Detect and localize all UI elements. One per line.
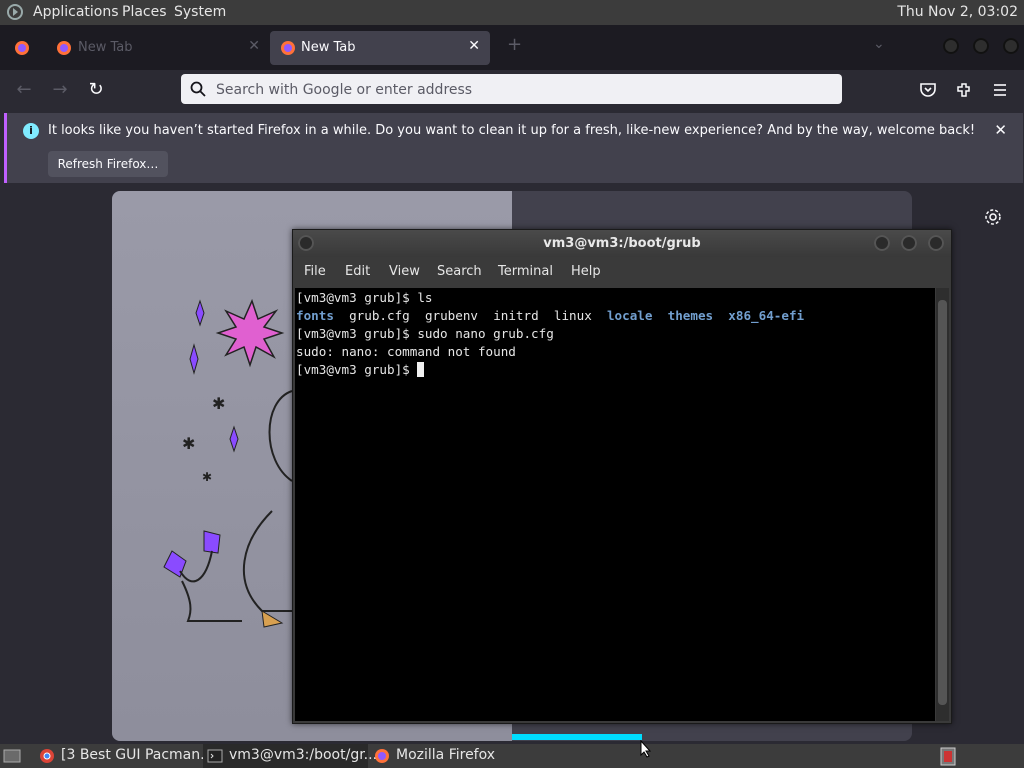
search-icon: [190, 81, 206, 97]
taskbar-item-firefox[interactable]: Mozilla Firefox: [370, 744, 520, 768]
terminal-menubar: File Edit View Search Terminal Help: [293, 257, 951, 286]
extensions-puzzle-icon[interactable]: [955, 81, 973, 99]
new-tab-plus-icon[interactable]: +: [507, 34, 522, 55]
bottom-taskbar: [3 Best GUI Pacman... vm3@vm3:/boot/gr..…: [0, 744, 1024, 768]
search-input[interactable]: [214, 74, 818, 106]
menu-file[interactable]: File: [304, 264, 326, 279]
top-panel: Applications Places System Thu Nov 2, 03…: [0, 0, 1024, 25]
gnome-foot-icon[interactable]: [5, 3, 25, 21]
taskbar-item-chrome[interactable]: [3 Best GUI Pacman...: [35, 744, 213, 768]
file-entry: linux: [553, 308, 592, 323]
loading-progress-bar: [512, 734, 642, 740]
taskbar-label: Mozilla Firefox: [396, 747, 496, 763]
list-all-tabs-icon[interactable]: ⌄: [873, 36, 885, 52]
taskbar-label: vm3@vm3:/boot/gr...: [229, 747, 378, 763]
places-menu[interactable]: Places: [122, 4, 167, 20]
svg-text:✱: ✱: [182, 434, 195, 453]
dir-entry: themes: [667, 308, 714, 323]
scrollbar-thumb[interactable]: [938, 300, 947, 705]
back-arrow-icon[interactable]: ←: [13, 79, 35, 101]
svg-text:✱: ✱: [202, 470, 212, 484]
terminal-icon: [207, 749, 223, 763]
reload-icon[interactable]: ↻: [85, 79, 107, 101]
mouse-pointer-icon: [640, 740, 652, 758]
navigation-toolbar: ← → ↻: [0, 70, 1024, 110]
close-tab-icon[interactable]: ✕: [248, 38, 260, 54]
terminal-title: vm3@vm3:/boot/grub: [543, 236, 701, 251]
hamburger-menu-icon[interactable]: [991, 81, 1009, 99]
chrome-icon: [40, 749, 54, 763]
firefox-icon: [57, 41, 71, 55]
text-cursor: [417, 362, 425, 377]
dir-entry: x86_64-efi: [728, 308, 805, 323]
terminal-output[interactable]: [vm3@vm3 grub]$ ls fonts grub.cfg gruben…: [295, 288, 935, 721]
file-entry: grubenv: [424, 308, 479, 323]
refresh-firefox-button[interactable]: Refresh Firefox…: [48, 151, 168, 177]
prompt-text: [vm3@vm3 grub]$: [296, 362, 418, 377]
close-window-icon[interactable]: [1003, 38, 1019, 54]
taskbar-item-terminal[interactable]: vm3@vm3:/boot/gr...: [203, 744, 377, 768]
tab-title: New Tab: [301, 40, 356, 55]
forward-arrow-icon[interactable]: →: [49, 79, 71, 101]
file-entry: initrd: [493, 308, 539, 323]
prompt-line: [vm3@vm3 grub]$: [296, 362, 425, 377]
terminal-line: sudo: nano: command not found: [296, 344, 516, 359]
tab-strip: New Tab ✕ New Tab ✕ + ⌄: [0, 25, 1024, 70]
menu-search[interactable]: Search: [437, 264, 482, 279]
close-icon[interactable]: [928, 235, 944, 251]
terminal-window[interactable]: vm3@vm3:/boot/grub File Edit View Search…: [292, 229, 952, 724]
tab-new-tab-1[interactable]: New Tab ✕: [50, 31, 270, 65]
taskbar-label: [3 Best GUI Pacman...: [61, 747, 214, 763]
close-notification-icon[interactable]: ✕: [994, 121, 1007, 139]
menu-help[interactable]: Help: [571, 264, 601, 279]
ls-output-line: fonts grub.cfg grubenv initrd linux loca…: [296, 308, 804, 323]
maximize-window-icon[interactable]: [973, 38, 989, 54]
firefox-icon: [281, 41, 295, 55]
svg-text:✱: ✱: [212, 394, 225, 413]
gear-icon[interactable]: [984, 208, 1002, 226]
firefox-icon: [375, 749, 389, 763]
system-menu[interactable]: System: [174, 4, 226, 20]
tab-title: New Tab: [78, 40, 133, 55]
tab-new-tab-2[interactable]: New Tab ✕: [270, 31, 490, 65]
terminal-line: [vm3@vm3 grub]$ sudo nano grub.cfg: [296, 326, 554, 341]
notification-message: It looks like you haven’t started Firefo…: [48, 123, 976, 138]
minimize-icon[interactable]: [874, 235, 890, 251]
terminal-line: [vm3@vm3 grub]$ ls: [296, 290, 433, 305]
menu-edit[interactable]: Edit: [345, 264, 370, 279]
trash-icon[interactable]: [938, 746, 958, 766]
url-bar[interactable]: [181, 74, 842, 106]
firefox-view-tab[interactable]: [4, 31, 38, 65]
terminal-scrollbar[interactable]: [936, 288, 949, 721]
info-icon: i: [23, 123, 39, 139]
pocket-icon[interactable]: [919, 81, 937, 99]
clock[interactable]: Thu Nov 2, 03:02: [897, 4, 1018, 20]
firefox-icon: [15, 41, 29, 55]
file-entry: grub.cfg: [349, 308, 410, 323]
applications-menu[interactable]: Applications: [33, 4, 119, 20]
dir-entry: fonts: [296, 308, 334, 323]
menu-view[interactable]: View: [389, 264, 420, 279]
minimize-window-icon[interactable]: [943, 38, 959, 54]
maximize-icon[interactable]: [901, 235, 917, 251]
terminal-titlebar[interactable]: vm3@vm3:/boot/grub: [293, 230, 951, 257]
dir-entry: locale: [606, 308, 653, 323]
menu-terminal[interactable]: Terminal: [498, 264, 553, 279]
close-tab-icon[interactable]: ✕: [468, 38, 480, 54]
refresh-notification-bar: i It looks like you haven’t started Fire…: [4, 113, 1023, 183]
show-desktop-icon[interactable]: [3, 748, 21, 764]
